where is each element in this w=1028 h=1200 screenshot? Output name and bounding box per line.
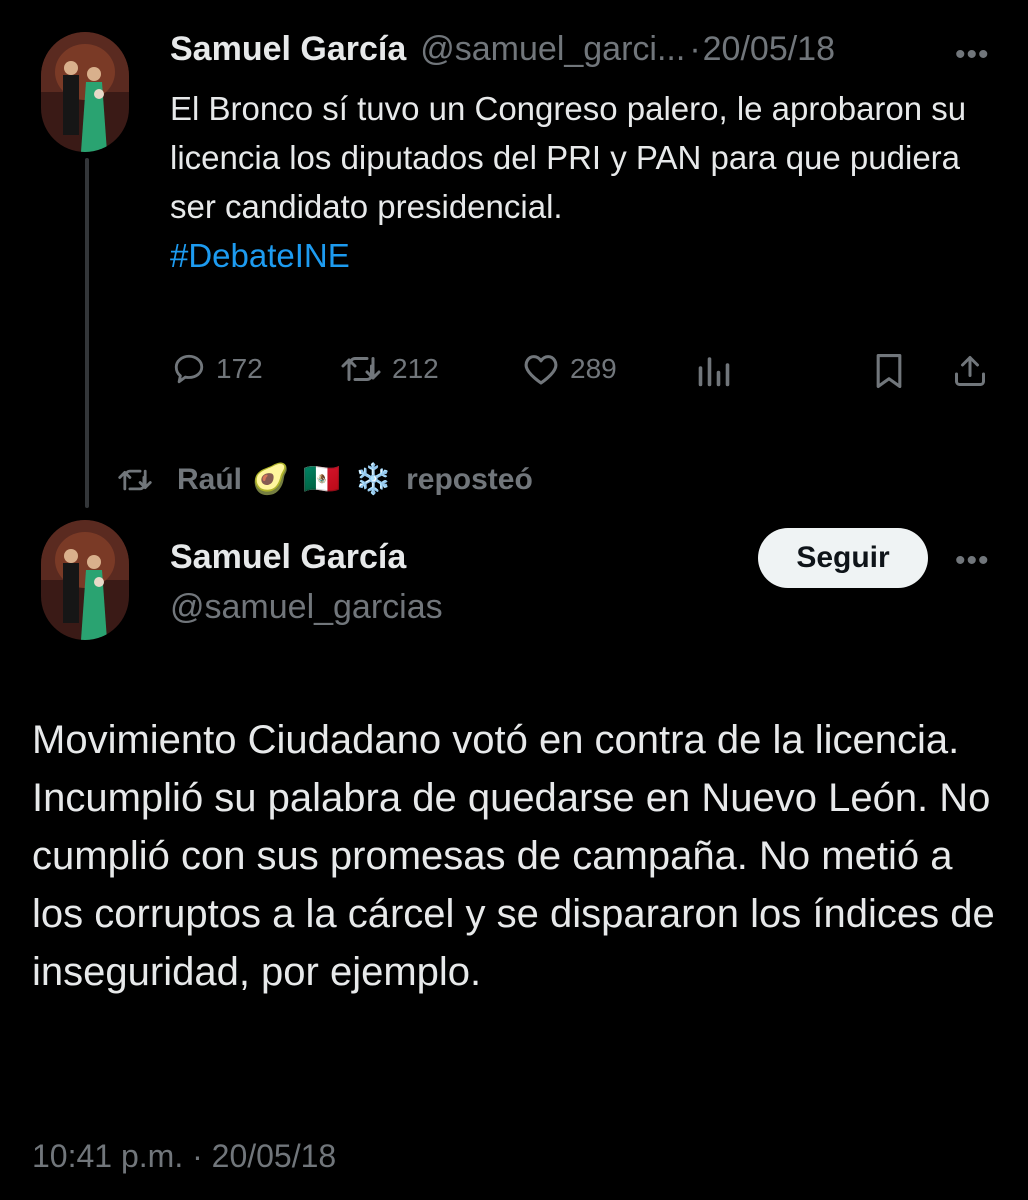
post-text: Movimiento Ciudadano votó en contra de l… [32, 718, 995, 994]
repost-icon [341, 357, 381, 381]
avatar[interactable] [41, 520, 129, 640]
repost-button[interactable]: 212 [340, 352, 439, 386]
snowflake-emoji: ❄️ [354, 463, 393, 496]
like-count: 289 [570, 353, 617, 384]
thread-connector [85, 158, 89, 508]
like-icon [524, 355, 558, 385]
repost-count: 212 [392, 353, 439, 384]
follow-button[interactable]: Seguir [758, 528, 928, 588]
more-options-icon[interactable]: ••• [955, 40, 990, 70]
reply-icon [174, 354, 204, 384]
avatar-photo [41, 520, 129, 640]
reply-count: 172 [216, 353, 263, 384]
mexico-flag-emoji: 🇲🇽 [303, 463, 341, 496]
share-icon [955, 356, 985, 386]
reposter-name[interactable]: Raúl [177, 463, 242, 497]
hashtag-link[interactable]: #DebateINE [170, 237, 350, 274]
avatar-photo [41, 32, 129, 152]
post-body: El Bronco sí tuvo un Congreso palero, le… [170, 90, 967, 225]
repost-notice: Raúl 🥑 🇲🇽 ❄️ reposteó [115, 462, 533, 497]
like-button[interactable]: 289 [522, 352, 617, 386]
author-name[interactable]: Samuel García [170, 30, 406, 69]
post-date: 20/05/18 [211, 1138, 337, 1174]
post-time: 10:41 p.m. [32, 1138, 184, 1174]
bookmark-button[interactable] [872, 352, 906, 390]
avocado-emoji: 🥑 [252, 463, 290, 496]
author-handle[interactable]: @samuel_garcias [170, 588, 443, 627]
reply-button[interactable]: 172 [172, 352, 263, 386]
repost-icon [118, 469, 152, 490]
post-header: Samuel García @samuel_garci... · 20/05/1… [170, 30, 960, 69]
views-button[interactable] [696, 354, 732, 388]
views-icon [698, 357, 730, 387]
bookmark-icon [876, 353, 902, 388]
author-name[interactable]: Samuel García [170, 538, 406, 577]
post-date[interactable]: 20/05/18 [703, 30, 835, 69]
repost-action-label: reposteó [406, 462, 533, 496]
separator-dot: · [689, 30, 701, 68]
avatar[interactable] [41, 32, 129, 152]
post-timestamp[interactable]: 10:41 p.m. · 20/05/18 [32, 1138, 336, 1175]
author-handle[interactable]: @samuel_garci... [420, 30, 685, 69]
post-text: El Bronco sí tuvo un Congreso palero, le… [170, 84, 970, 280]
share-button[interactable] [952, 352, 988, 390]
separator-dot: · [192, 1138, 203, 1174]
more-options-icon[interactable]: ••• [955, 546, 990, 576]
